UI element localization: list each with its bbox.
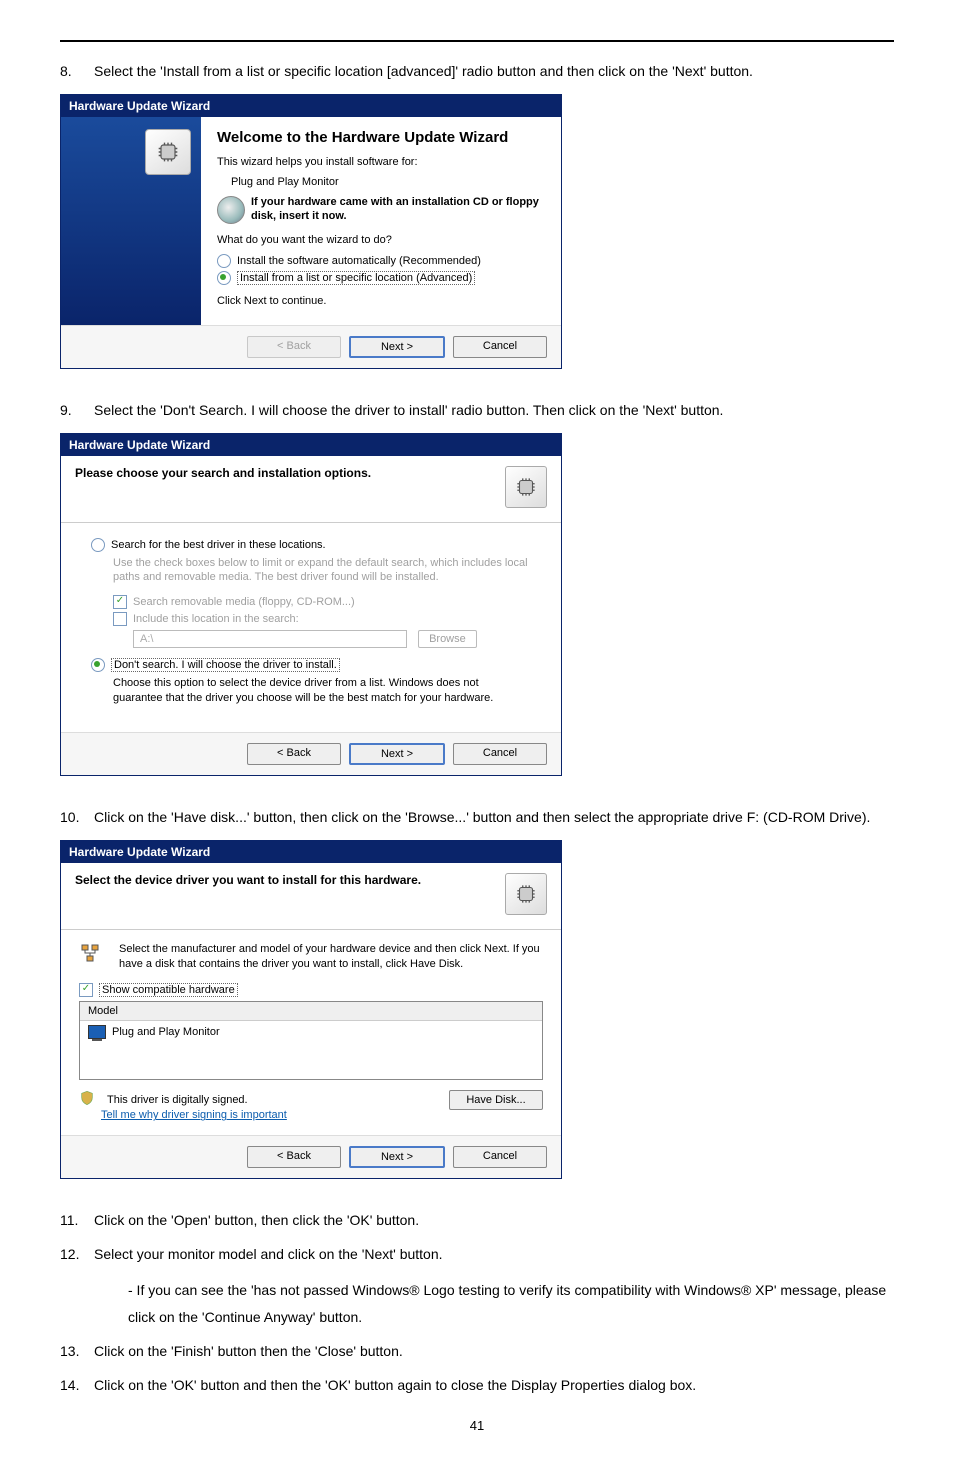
hardware-chip-icon (145, 129, 191, 175)
radio-search-best-desc: Use the check boxes below to limit or ex… (113, 556, 531, 586)
radio-icon (91, 538, 105, 552)
hardware-chip-icon (505, 873, 547, 915)
back-button[interactable]: < Back (247, 1146, 341, 1168)
step-9-number: 9. (60, 399, 94, 423)
step-9: 9. Select the 'Don't Search. I will choo… (60, 399, 894, 423)
step-8-number: 8. (60, 60, 94, 84)
radio-dont-search[interactable]: Don't search. I will choose the driver t… (91, 658, 531, 672)
dialog-heading: Welcome to the Hardware Update Wizard (217, 129, 545, 146)
checkbox-include-location-label: Include this location in the search: (133, 613, 299, 625)
path-input: A:\ (133, 630, 407, 648)
back-button[interactable]: < Back (247, 743, 341, 765)
model-list-item[interactable]: Plug and Play Monitor (80, 1021, 542, 1079)
dialog-search-options: Hardware Update Wizard Please choose you… (60, 433, 562, 776)
page-number: 41 (60, 1418, 894, 1433)
dialog-button-row: < Back Next > Cancel (61, 732, 561, 775)
dialog-instructions: Select the manufacturer and model of you… (119, 942, 543, 972)
tree-icon (79, 942, 103, 969)
checkbox-show-compatible[interactable]: Show compatible hardware (79, 983, 543, 997)
step-13: 13. Click on the 'Finish' button then th… (60, 1340, 894, 1364)
step-14: 14. Click on the 'OK' button and then th… (60, 1374, 894, 1398)
radio-search-best[interactable]: Search for the best driver in these loca… (91, 538, 531, 552)
back-button: < Back (247, 336, 341, 358)
dialog-heading: Please choose your search and installati… (75, 466, 371, 480)
next-button[interactable]: Next > (349, 743, 445, 765)
step-10: 10. Click on the 'Have disk...' button, … (60, 806, 894, 830)
dialog-titlebar: Hardware Update Wizard (61, 95, 561, 117)
checkbox-include-location: Include this location in the search: (113, 612, 531, 626)
dialog-heading: Select the device driver you want to ins… (75, 873, 421, 887)
hardware-chip-icon (505, 466, 547, 508)
monitor-icon (88, 1025, 106, 1039)
driver-signed-block: This driver is digitally signed. Tell me… (79, 1090, 287, 1121)
dialog-question: What do you want the wizard to do? (217, 234, 545, 246)
next-button[interactable]: Next > (349, 1146, 445, 1168)
radio-install-advanced[interactable]: Install from a list or specific location… (217, 271, 545, 285)
cancel-button[interactable]: Cancel (453, 743, 547, 765)
dialog-continue-hint: Click Next to continue. (217, 295, 545, 307)
checkbox-search-removable: Search removable media (floppy, CD-ROM..… (113, 595, 531, 609)
radio-dont-search-desc: Choose this option to select the device … (113, 676, 531, 706)
have-disk-button[interactable]: Have Disk... (449, 1090, 543, 1110)
step-12-number: 12. (60, 1243, 94, 1267)
model-column-header: Model (80, 1002, 542, 1021)
model-list-item-label: Plug and Play Monitor (112, 1026, 220, 1038)
dialog-titlebar: Hardware Update Wizard (61, 434, 561, 456)
step-12b-text: - If you can see the 'has not passed Win… (94, 1277, 894, 1330)
checkbox-icon (79, 983, 93, 997)
checkbox-icon (113, 612, 127, 626)
next-button[interactable]: Next > (349, 336, 445, 358)
shield-icon (79, 1090, 95, 1109)
driver-signing-link[interactable]: Tell me why driver signing is important (101, 1109, 287, 1121)
dialog-help-line: This wizard helps you install software f… (217, 156, 545, 168)
radio-install-auto-label: Install the software automatically (Reco… (237, 255, 481, 267)
radio-search-best-label: Search for the best driver in these loca… (111, 539, 326, 551)
browse-button: Browse (418, 630, 477, 648)
cancel-button[interactable]: Cancel (453, 1146, 547, 1168)
radio-dont-search-label: Don't search. I will choose the driver t… (111, 658, 340, 672)
dialog-button-row: < Back Next > Cancel (61, 1135, 561, 1178)
model-list: Model Plug and Play Monitor (79, 1001, 543, 1080)
step-10-text: Click on the 'Have disk...' button, then… (94, 806, 894, 830)
horizontal-rule (60, 40, 894, 42)
radio-icon (217, 271, 231, 285)
checkbox-icon (113, 595, 127, 609)
cancel-button[interactable]: Cancel (453, 336, 547, 358)
cd-icon (217, 196, 245, 224)
radio-install-auto[interactable]: Install the software automatically (Reco… (217, 254, 545, 268)
dialog-sidebar-image (61, 117, 201, 325)
step-12b: - If you can see the 'has not passed Win… (60, 1277, 894, 1330)
step-9-text: Select the 'Don't Search. I will choose … (94, 399, 894, 423)
checkbox-search-removable-label: Search removable media (floppy, CD-ROM..… (133, 596, 355, 608)
dialog-select-driver: Hardware Update Wizard Select the device… (60, 840, 562, 1180)
step-12-text: Select your monitor model and click on t… (94, 1243, 894, 1267)
step-13-text: Click on the 'Finish' button then the 'C… (94, 1340, 894, 1364)
dialog-button-row: < Back Next > Cancel (61, 325, 561, 368)
radio-icon (217, 254, 231, 268)
step-11: 11. Click on the 'Open' button, then cli… (60, 1209, 894, 1233)
step-14-number: 14. (60, 1374, 94, 1398)
radio-install-advanced-label: Install from a list or specific location… (237, 271, 475, 285)
step-10-number: 10. (60, 806, 94, 830)
step-11-text: Click on the 'Open' button, then click t… (94, 1209, 894, 1233)
step-8: 8. Select the 'Install from a list or sp… (60, 60, 894, 84)
checkbox-show-compatible-label: Show compatible hardware (99, 983, 238, 997)
radio-icon (91, 658, 105, 672)
driver-signed-text: This driver is digitally signed. (107, 1094, 248, 1106)
step-11-number: 11. (60, 1209, 94, 1233)
dialog-device-name: Plug and Play Monitor (217, 176, 545, 188)
step-13-number: 13. (60, 1340, 94, 1364)
dialog-note: If your hardware came with an installati… (251, 196, 545, 224)
step-8-text: Select the 'Install from a list or speci… (94, 60, 894, 84)
dialog-welcome: Hardware Update Wizard Welcome to the Ha… (60, 94, 562, 369)
dialog-titlebar: Hardware Update Wizard (61, 841, 561, 863)
step-12: 12. Select your monitor model and click … (60, 1243, 894, 1267)
step-14-text: Click on the 'OK' button and then the 'O… (94, 1374, 894, 1398)
